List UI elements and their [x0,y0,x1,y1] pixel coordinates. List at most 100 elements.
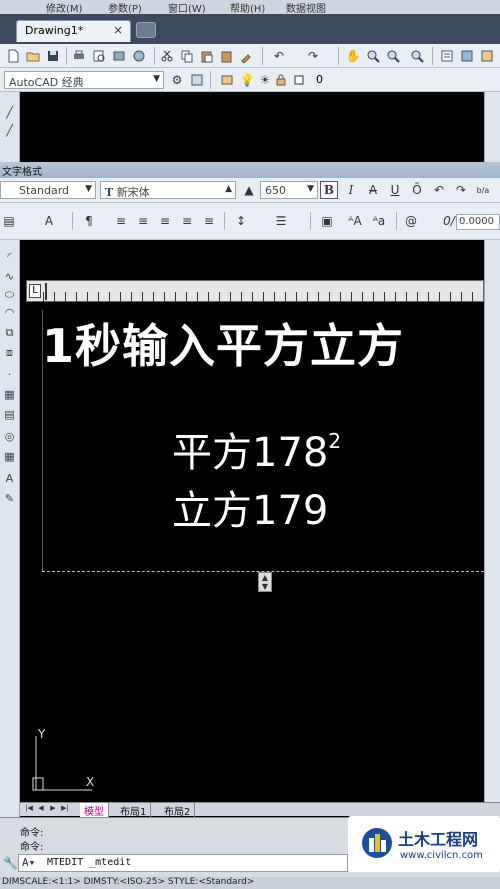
tab-layout1[interactable]: 布局1 [116,803,152,818]
add-selected-icon[interactable]: ✎ [2,492,17,507]
strikethrough-button[interactable]: A [364,181,382,199]
mtext-ruler[interactable]: L [26,280,484,302]
workspace-toolbar: AutoCAD 经典 ▼ ⚙ 💡 ☀ 0 [0,68,500,92]
cut-icon[interactable] [158,47,176,65]
text-height-select[interactable]: 650 ▼ [260,181,318,199]
document-tab[interactable]: Drawing1* × [16,20,131,42]
redo-icon[interactable]: ↷ [452,181,470,199]
editor-resize-handle[interactable]: ▲ ▼ [258,572,272,592]
overline-button[interactable]: Ō [408,181,426,199]
letter-spacing-field[interactable]: 0.0000 [456,214,500,230]
italic-button[interactable]: I [342,181,360,199]
zoom-window-icon[interactable] [384,47,402,65]
paragraph-icon[interactable]: ¶ [80,212,98,230]
polyline-icon[interactable]: ╱ [2,124,17,139]
align-center-icon[interactable]: ≡ [134,212,152,230]
prev-tab-icon[interactable]: ◀ [36,804,46,815]
indent-marker[interactable] [45,283,53,300]
paste-block-icon[interactable] [218,47,236,65]
new-tab-button[interactable] [136,22,156,38]
symbol-icon[interactable]: @ [402,212,420,230]
point-icon[interactable]: · [2,368,17,383]
line-spacing-icon[interactable]: ↕ [232,212,250,230]
plot-3d-icon[interactable] [130,47,148,65]
arc-icon[interactable]: ◜ [2,250,17,265]
chevron-down-icon: ▼ [307,184,314,194]
new-file-icon[interactable] [4,47,22,65]
menu-modify[interactable]: 修改(M) [46,0,82,15]
lightbulb-icon[interactable]: 💡 [238,71,256,89]
menu-bar: 修改(M) 参数(P) 窗口(W) 帮助(H) 数据视图 [0,0,500,15]
uppercase-icon[interactable]: ᴬA [346,212,364,230]
command-input[interactable]: A▾ MTEDIT _mtedit [18,854,348,872]
open-folder-icon[interactable] [24,47,42,65]
last-tab-icon[interactable]: ▶| [60,804,70,815]
tool-palettes-icon[interactable] [478,47,496,65]
multiline-text-icon[interactable]: A [2,472,17,487]
menu-window[interactable]: 窗口(W) [168,0,206,15]
print-preview-icon[interactable] [90,47,108,65]
insert-block-icon[interactable]: ⧉ [2,326,17,341]
close-icon[interactable]: × [113,23,123,37]
menu-data-view[interactable]: 数据视图 [286,0,326,15]
text-style-select[interactable]: Standard ▼ [0,181,96,199]
distribute-icon[interactable]: ≡ [200,212,218,230]
print-icon[interactable] [70,47,88,65]
design-center-icon[interactable] [458,47,476,65]
properties-icon[interactable] [438,47,456,65]
copy-icon[interactable] [178,47,196,65]
layer-color-icon[interactable] [290,71,308,89]
numbering-icon[interactable]: ☰ [272,212,290,230]
stack-button[interactable]: b/a [474,181,492,199]
spline-icon[interactable]: ∿ [2,270,17,285]
lock-icon[interactable] [272,71,290,89]
workspace-select[interactable]: AutoCAD 经典 ▼ [4,71,164,89]
underline-button[interactable]: U [386,181,404,199]
line-icon[interactable]: ╱ [2,106,17,121]
status-bar: DIMSCALE:<1:1> DIMSTY:<ISO-25> STYLE:<St… [0,877,500,889]
ellipse-arc-icon[interactable]: ◠ [2,306,17,321]
mtext-justification-icon[interactable]: A [40,212,58,230]
undo-icon[interactable]: ↶ [430,181,448,199]
redo-icon[interactable]: ↷ [304,47,322,65]
insert-field-icon[interactable]: ▣ [318,212,336,230]
paste-icon[interactable] [198,47,216,65]
workspace-value: AutoCAD 经典 [9,76,84,89]
region-icon[interactable]: ◎ [2,430,17,445]
ellipse-icon[interactable]: ⬭ [2,288,17,303]
workspace-settings-icon[interactable]: ⚙ [168,71,186,89]
command-input-text: MTEDIT _mtedit [47,857,132,868]
menu-parameters[interactable]: 参数(P) [108,0,142,15]
first-tab-icon[interactable]: |◀ [24,804,34,815]
save-icon[interactable] [44,47,62,65]
next-tab-icon[interactable]: ▶ [48,804,58,815]
hatch-icon[interactable]: ▦ [2,388,17,403]
undo-icon[interactable]: ↶ [270,47,288,65]
tab-layout2[interactable]: 布局2 [160,803,196,818]
table-icon[interactable]: ▦ [2,450,17,465]
tab-model[interactable]: 模型 [80,803,109,818]
zoom-previous-icon[interactable] [408,47,426,65]
menu-help[interactable]: 帮助(H) [230,0,265,15]
publish-icon[interactable] [110,47,128,65]
zoom-realtime-icon[interactable] [364,47,382,65]
layer-properties-icon[interactable] [218,71,236,89]
bold-button[interactable]: B [320,181,338,199]
annotative-icon[interactable]: ▲ [240,181,258,199]
tab-type-icon[interactable]: L [29,284,41,298]
standard-toolbar: ↶ ↷ ✋ [0,44,500,68]
match-properties-icon[interactable] [238,47,256,65]
my-workspace-icon[interactable] [188,71,206,89]
pan-icon[interactable]: ✋ [344,47,362,65]
font-select[interactable]: T 新宋体 ▲ [100,181,236,199]
mtext-editor[interactable]: 1秒输入平方立方 平方1782 立方179 [42,304,484,572]
columns-icon[interactable]: ▤ [0,212,18,230]
make-block-icon[interactable]: ⧈ [2,346,17,361]
lowercase-icon[interactable]: ᴬa [370,212,388,230]
gradient-icon[interactable]: ▤ [2,408,17,423]
wrench-icon[interactable]: 🔧 [3,856,18,870]
align-right-icon[interactable]: ≡ [156,212,174,230]
justify-icon[interactable]: ≡ [178,212,196,230]
text-style-value: Standard [19,184,70,197]
align-left-icon[interactable]: ≡ [112,212,130,230]
